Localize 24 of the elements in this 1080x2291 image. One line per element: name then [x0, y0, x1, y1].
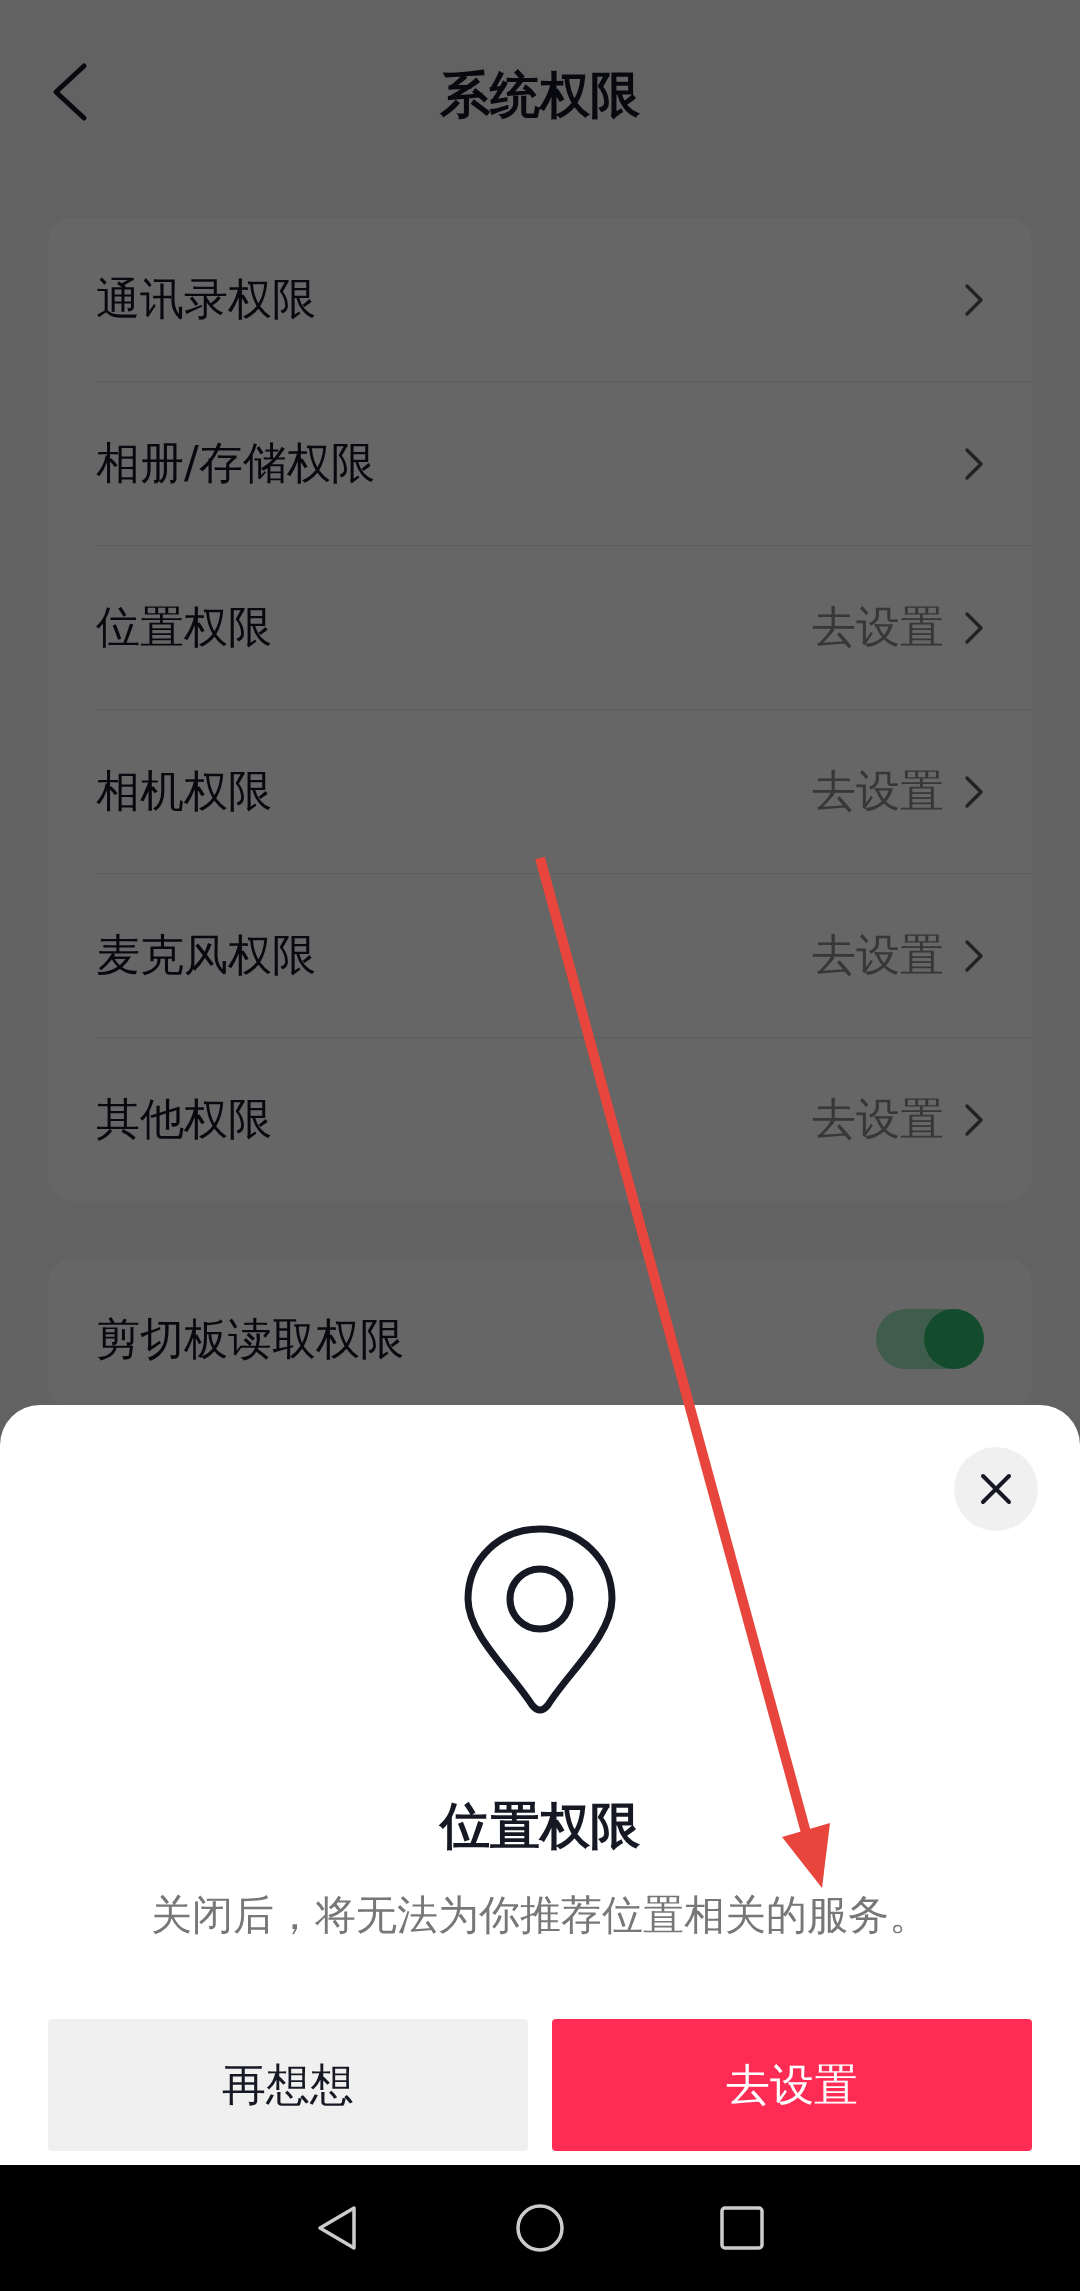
permission-label: 通讯录权限 — [96, 272, 317, 326]
sheet-title: 位置权限 — [440, 1796, 640, 1857]
settings-button[interactable]: 去设置 — [552, 2019, 1032, 2151]
close-icon — [979, 1472, 1013, 1506]
clipboard-label: 剪切板读取权限 — [96, 1311, 405, 1366]
chevron-icon — [964, 282, 984, 317]
permission-row[interactable]: 相册/存储权限 — [96, 382, 1032, 546]
sheet-description: 关闭后，将无法为你推荐位置相关的服务。 — [150, 1890, 930, 1941]
home-circle-icon[interactable] — [514, 2202, 566, 2254]
chevron-icon — [964, 446, 984, 481]
page-title: 系统权限 — [440, 64, 640, 126]
toggle-switch[interactable] — [876, 1309, 984, 1369]
chevron-icon — [964, 774, 984, 809]
location-pin-icon — [462, 1523, 618, 1715]
chevron-icon — [964, 938, 984, 973]
permission-label: 麦克风权限 — [96, 928, 317, 982]
permission-row[interactable]: 通讯录权限 — [96, 218, 1032, 382]
permission-label: 其他权限 — [96, 1092, 273, 1146]
permission-label: 相机权限 — [96, 764, 273, 818]
cancel-button[interactable]: 再想想 — [48, 2019, 528, 2151]
chevron-icon — [964, 1102, 984, 1137]
chevron-icon — [964, 610, 984, 645]
permission-label: 相册/存储权限 — [96, 436, 376, 490]
permission-label: 位置权限 — [96, 600, 273, 654]
